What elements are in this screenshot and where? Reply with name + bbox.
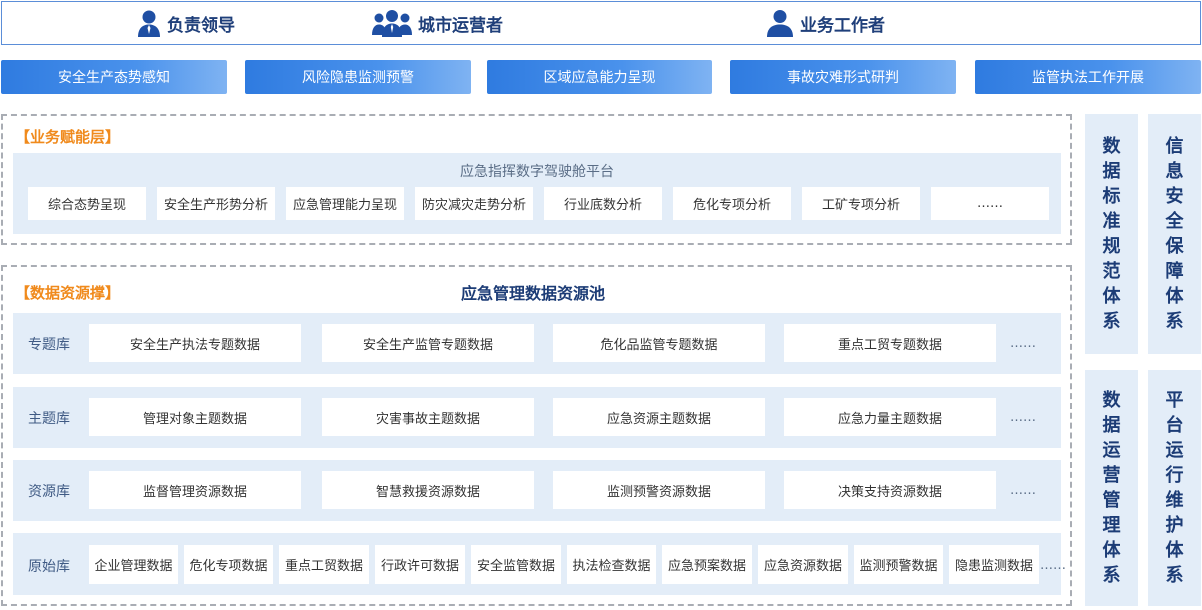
row-more: …… (1010, 336, 1036, 351)
pillar-char: 系 (1102, 311, 1121, 332)
data-cell[interactable]: 重点工贸数据 (279, 545, 369, 584)
pillar-char: 行 (1165, 465, 1184, 486)
pillar-char: 安 (1165, 186, 1184, 207)
pillar-char: 规 (1102, 236, 1121, 257)
data-cell[interactable]: 管理对象主题数据 (89, 398, 301, 436)
pillar-char: 据 (1102, 161, 1121, 182)
service-item[interactable]: 应急管理能力呈现 (286, 187, 404, 220)
data-cell[interactable]: 企业管理数据 (89, 545, 178, 584)
data-cell[interactable]: 安全生产执法专题数据 (89, 324, 301, 362)
group-icon (372, 10, 412, 37)
row-more: …… (1010, 483, 1036, 498)
row-more: …… (1040, 558, 1066, 573)
row-label: 主题库 (28, 411, 70, 427)
data-cell[interactable]: 执法检查数据 (567, 545, 656, 584)
scenario-accident-analysis[interactable]: 事故灾难形式研判 (730, 60, 956, 94)
service-item[interactable]: 行业底数分析 (544, 187, 662, 220)
data-cell[interactable]: 危化专项数据 (184, 545, 273, 584)
pillar-char: 息 (1165, 161, 1184, 182)
pillar-char: 体 (1165, 286, 1184, 307)
data-cell[interactable]: 应急预案数据 (662, 545, 752, 584)
service-layer-title: 【业务赋能层】 (15, 128, 121, 146)
pillar-char: 维 (1165, 490, 1184, 511)
data-cell[interactable]: 行政许可数据 (375, 545, 465, 584)
service-item[interactable]: 综合态势呈现 (28, 187, 146, 220)
pillar-char: 准 (1102, 211, 1121, 232)
pillar-char: 数 (1102, 136, 1121, 157)
pillar-data-standards: 数 据 标 准 规 范 体 系 (1085, 114, 1138, 354)
pillar-char: 运 (1102, 440, 1121, 461)
data-cell[interactable]: 安全监管数据 (471, 545, 561, 584)
pillar-char: 系 (1165, 565, 1184, 586)
data-pool-title: 应急管理数据资源池 (460, 284, 605, 303)
pillar-char: 理 (1102, 515, 1121, 536)
pillar-char: 保 (1165, 236, 1184, 257)
scenario-enforcement[interactable]: 监管执法工作开展 (975, 60, 1201, 94)
person-icon (138, 10, 160, 37)
scenario-label: 监管执法工作开展 (1032, 70, 1144, 86)
scenario-risk-warning[interactable]: 风险隐患监测预警 (245, 60, 471, 94)
data-cell[interactable]: 危化品监管专题数据 (553, 324, 765, 362)
pillar-platform-maintenance: 平 台 运 行 维 护 体 系 (1148, 370, 1201, 606)
data-cell[interactable]: 隐患监测数据 (949, 545, 1039, 584)
data-cell[interactable]: 监测预警数据 (854, 545, 943, 584)
pillar-char: 障 (1165, 261, 1184, 282)
data-cell[interactable]: 监督管理资源数据 (89, 471, 301, 509)
user-leader-label: 负责领导 (167, 15, 235, 36)
pillar-char: 管 (1102, 490, 1121, 511)
pillar-char: 营 (1102, 465, 1121, 486)
data-cell[interactable]: 灾害事故主题数据 (322, 398, 534, 436)
row-label: 原始库 (28, 559, 70, 575)
scenario-label: 风险隐患监测预警 (302, 70, 414, 86)
scenario-label: 安全生产态势感知 (58, 70, 170, 86)
service-item[interactable]: 危化专项分析 (673, 187, 791, 220)
pillar-info-security: 信 息 安 全 保 障 体 系 (1148, 114, 1201, 354)
data-cell[interactable]: 安全生产监管专题数据 (322, 324, 534, 362)
pillar-char: 体 (1102, 286, 1121, 307)
user-city-operator-label: 城市运营者 (418, 15, 503, 36)
row-label: 资源库 (28, 484, 70, 500)
pillar-char: 数 (1102, 390, 1121, 411)
pillar-char: 标 (1102, 186, 1121, 207)
pillar-char: 全 (1165, 211, 1184, 232)
pillar-char: 据 (1102, 415, 1121, 436)
service-item[interactable]: 安全生产形势分析 (157, 187, 275, 220)
pillar-char: 系 (1165, 311, 1184, 332)
scenario-regional-capability[interactable]: 区域应急能力呈现 (487, 60, 712, 94)
pillar-char: 台 (1165, 415, 1184, 436)
row-label: 专题库 (28, 337, 70, 353)
user-business-worker: 业务工作者 (766, 2, 885, 44)
scenario-label: 区域应急能力呈现 (543, 70, 656, 86)
pillar-char: 体 (1165, 540, 1184, 561)
data-cell[interactable]: 应急资源主题数据 (553, 398, 765, 436)
pillar-data-operations: 数 据 运 营 管 理 体 系 (1085, 370, 1138, 606)
service-item-more: …… (931, 187, 1049, 220)
user-role-bar: 负责领导 城市运营者 业务工作者 (1, 1, 1201, 45)
data-cell[interactable]: 决策支持资源数据 (784, 471, 996, 509)
user-city-operator: 城市运营者 (372, 2, 503, 44)
data-cell[interactable]: 应急资源数据 (758, 545, 848, 584)
data-cell[interactable]: 应急力量主题数据 (784, 398, 996, 436)
service-item[interactable]: 防灾减灾走势分析 (415, 187, 533, 220)
platform-title: 应急指挥数字驾驶舱平台 (460, 164, 614, 180)
data-cell[interactable]: 监测预警资源数据 (553, 471, 765, 509)
scenario-label: 事故灾难形式研判 (787, 70, 899, 86)
row-more: …… (1010, 410, 1036, 425)
data-cell[interactable]: 重点工贸专题数据 (784, 324, 996, 362)
data-cell[interactable]: 智慧救援资源数据 (322, 471, 534, 509)
pillar-char: 系 (1102, 565, 1121, 586)
person-icon (767, 10, 793, 37)
pillar-char: 范 (1102, 261, 1121, 282)
pillar-char: 平 (1165, 390, 1184, 411)
pillar-char: 信 (1165, 136, 1184, 157)
pillar-char: 体 (1102, 540, 1121, 561)
user-leader: 负责领导 (137, 2, 235, 44)
service-item[interactable]: 工矿专项分析 (802, 187, 920, 220)
user-business-worker-label: 业务工作者 (800, 15, 885, 36)
pillar-char: 护 (1165, 515, 1184, 536)
scenario-safety-awareness[interactable]: 安全生产态势感知 (1, 60, 227, 94)
pillar-char: 运 (1165, 440, 1184, 461)
